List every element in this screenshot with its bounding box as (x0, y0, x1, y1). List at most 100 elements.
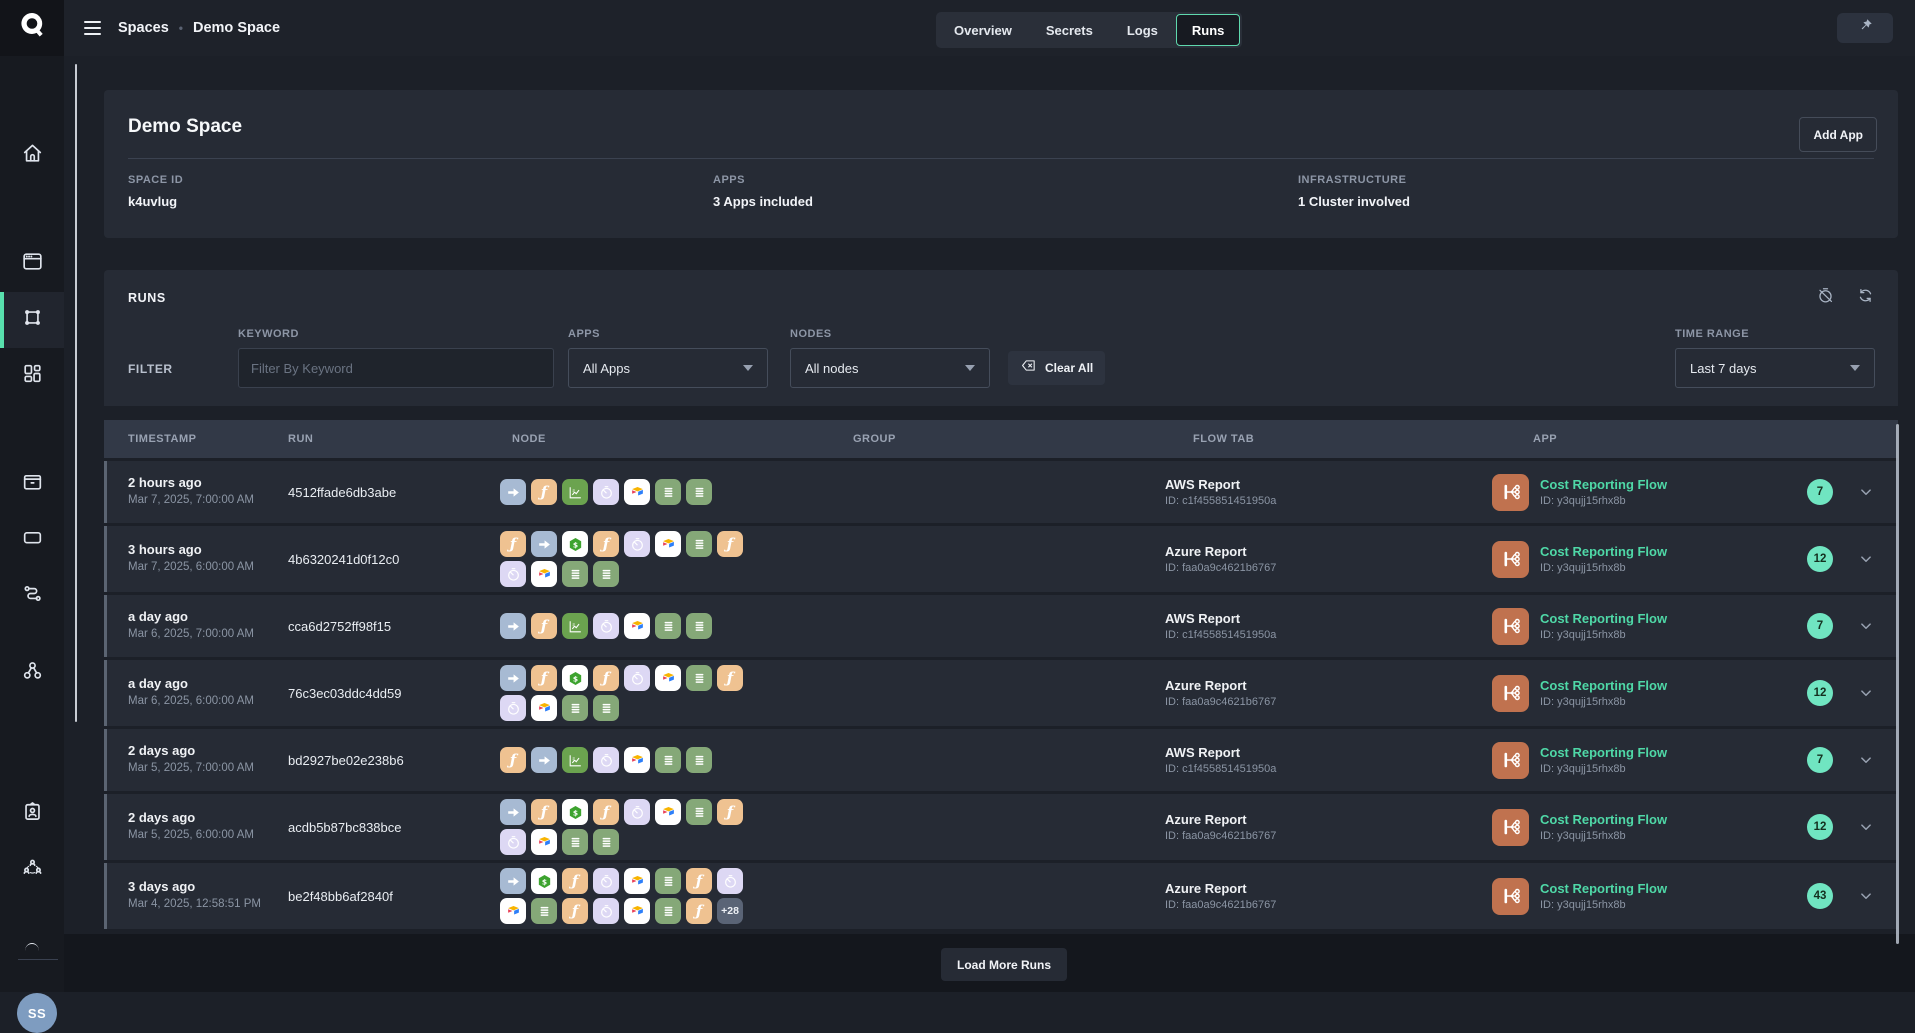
column-header-app: APP (1492, 433, 1557, 445)
app-id: ID: y3qujj15rhx8b (1540, 830, 1667, 842)
airtable-node-icon (500, 898, 526, 924)
sidebar-item-route-path[interactable] (0, 568, 64, 624)
app-name[interactable]: Cost Reporting Flow (1540, 881, 1667, 896)
expand-chevron-icon[interactable] (1857, 483, 1875, 501)
logo-q-icon (19, 11, 45, 46)
app-text: Cost Reporting FlowID: y3qujj15rhx8b (1540, 745, 1667, 775)
expand-chevron-icon[interactable] (1857, 751, 1875, 769)
node-cell: ƒ$ƒƒ (500, 799, 853, 855)
expand-chevron-icon[interactable] (1857, 684, 1875, 702)
run-id: bd2927be02e238b6 (288, 753, 500, 768)
breadcrumb-section[interactable]: Spaces (118, 20, 169, 36)
flow-tab-cell: Azure ReportID: faa0a9c4621b6767 (1165, 544, 1492, 574)
runs-table-header: TIMESTAMP RUN NODE GROUP FLOW TAB APP (104, 420, 1898, 458)
tab-runs[interactable]: Runs (1176, 14, 1241, 46)
apps-select[interactable]: All Apps (568, 348, 768, 388)
sidebar-item-hidden-partial[interactable] (0, 908, 64, 952)
timestamp-cell: a day agoMar 6, 2025, 6:00:00 AM (128, 676, 288, 710)
pin-button[interactable] (1837, 13, 1893, 43)
refresh-button[interactable] (1855, 288, 1875, 308)
sidebar-item-archive-box[interactable] (0, 456, 64, 512)
badge-cell: 7 (1798, 479, 1842, 505)
nodes-select[interactable]: All nodes (790, 348, 990, 388)
auto-refresh-off-button[interactable] (1815, 288, 1835, 308)
function-node-icon: ƒ (500, 747, 526, 773)
run-count-badge: 12 (1807, 680, 1833, 706)
app-name[interactable]: Cost Reporting Flow (1540, 544, 1667, 559)
dollar-node-icon: $ (562, 799, 588, 825)
tab-logs[interactable]: Logs (1111, 14, 1174, 46)
dollar-node-icon: $ (531, 868, 557, 894)
id-badge-icon (20, 799, 45, 829)
table-node-icon (655, 479, 681, 505)
app-text: Cost Reporting Flow ID: y3qujj15rhx8b (1540, 611, 1667, 641)
load-more-runs-button[interactable]: Load More Runs (941, 948, 1067, 981)
flow-tab-cell: Azure ReportID: faa0a9c4621b6767 (1165, 881, 1492, 911)
app-name[interactable]: Cost Reporting Flow (1540, 745, 1667, 760)
timer-node-icon (593, 747, 619, 773)
sidebar-item-apps-window[interactable] (0, 236, 64, 292)
menu-icon[interactable] (84, 17, 102, 39)
tab-secrets[interactable]: Secrets (1030, 14, 1109, 46)
run-row[interactable]: 3 days agoMar 4, 2025, 12:58:51 PMbe2f48… (104, 863, 1898, 929)
airtable-node-icon (655, 665, 681, 691)
badge-cell: 7 (1798, 747, 1842, 773)
content-scrollbar[interactable] (1896, 424, 1899, 944)
airtable-node-icon (624, 479, 650, 505)
function-node-icon: ƒ (500, 531, 526, 557)
run-row[interactable]: 2 days agoMar 5, 2025, 6:00:00 AMacdb5b8… (104, 794, 1898, 860)
tab-overview[interactable]: Overview (938, 14, 1028, 46)
clear-all-button[interactable]: Clear All (1008, 351, 1105, 385)
svg-text:$: $ (572, 808, 577, 817)
chevron-cell (1842, 684, 1890, 702)
arrow-node-icon (531, 747, 557, 773)
app-name[interactable]: Cost Reporting Flow (1540, 812, 1667, 827)
sidebar-divider (18, 959, 58, 960)
run-row[interactable]: 2 days agoMar 5, 2025, 7:00:00 AMbd2927b… (104, 729, 1898, 791)
sidebar-item-team[interactable] (0, 841, 64, 897)
add-app-button[interactable]: Add App (1799, 117, 1877, 152)
app-name[interactable]: Cost Reporting Flow (1540, 477, 1667, 492)
sidebar: SS (0, 56, 64, 992)
timer-node-icon (593, 479, 619, 505)
expand-chevron-icon[interactable] (1857, 550, 1875, 568)
table-node-icon (655, 613, 681, 639)
badge-cell: 43 (1798, 883, 1842, 909)
flow-app-icon (1492, 809, 1529, 846)
space-id-field: SPACE ID k4uvlug (128, 174, 713, 209)
timer-node-icon (593, 613, 619, 639)
sidebar-item-canvas-frame[interactable] (0, 292, 64, 348)
run-row[interactable]: 3 hours agoMar 7, 2025, 6:00:00 AM4b6320… (104, 526, 1898, 592)
sidebar-item-home[interactable] (0, 128, 64, 184)
app-name[interactable]: Cost Reporting Flow (1540, 611, 1667, 626)
node-icon-list: ƒ$ƒƒ (500, 531, 752, 587)
app-id: ID: y3qujj15rhx8b (1540, 629, 1667, 641)
sidebar-item-layout-blocks[interactable] (0, 348, 64, 404)
run-row[interactable]: a day agoMar 6, 2025, 7:00:00 AMcca6d275… (104, 595, 1898, 657)
sidebar-scrollbar[interactable] (75, 64, 77, 722)
expand-chevron-icon[interactable] (1857, 617, 1875, 635)
app-logo[interactable] (0, 0, 64, 56)
more-nodes-chip[interactable]: +28 (717, 898, 743, 924)
time-range-label: TIME RANGE (1675, 328, 1875, 340)
sidebar-item-id-badge[interactable] (0, 786, 64, 842)
keyword-input[interactable] (238, 348, 554, 388)
app-name[interactable]: Cost Reporting Flow (1540, 678, 1667, 693)
avatar[interactable]: SS (17, 993, 57, 1033)
infrastructure-label: INFRASTRUCTURE (1298, 174, 1410, 186)
canvas-frame-icon (20, 305, 45, 335)
expand-chevron-icon[interactable] (1857, 818, 1875, 836)
table-node-icon (686, 665, 712, 691)
timestamp-relative: 2 days ago (128, 743, 276, 758)
airtable-node-icon (624, 747, 650, 773)
time-range-select[interactable]: Last 7 days (1675, 348, 1875, 388)
sidebar-item-panel-card[interactable] (0, 512, 64, 568)
function-node-icon: ƒ (531, 799, 557, 825)
badge-cell: 12 (1798, 546, 1842, 572)
run-row[interactable]: a day agoMar 6, 2025, 6:00:00 AM76c3ec03… (104, 660, 1898, 726)
timer-node-icon (624, 799, 650, 825)
run-row[interactable]: 2 hours agoMar 7, 2025, 7:00:00 AM4512ff… (104, 461, 1898, 523)
sidebar-item-node-cluster[interactable] (0, 645, 64, 701)
expand-chevron-icon[interactable] (1857, 887, 1875, 905)
badge-cell: 12 (1798, 814, 1842, 840)
